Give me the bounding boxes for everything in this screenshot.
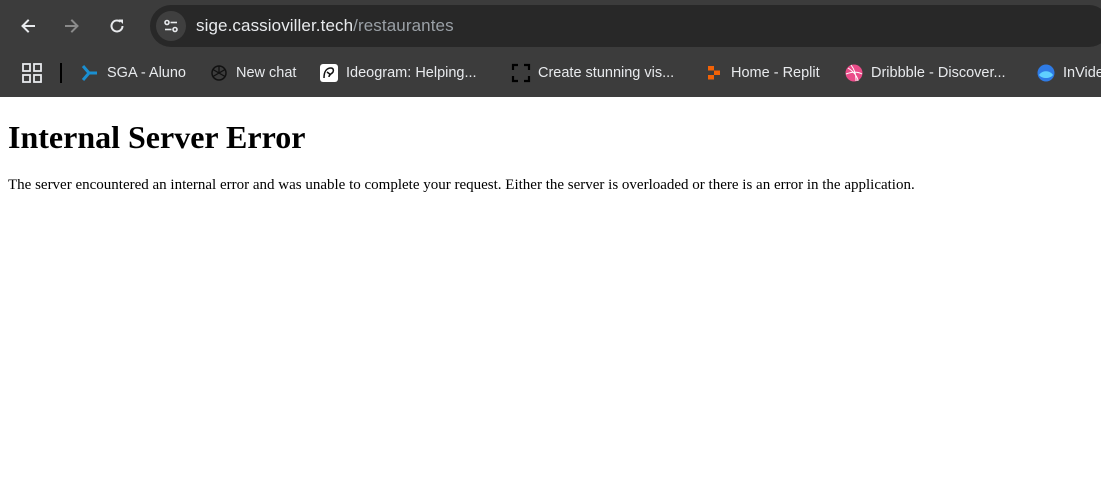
bookmark-label: InVide [1063, 65, 1101, 81]
bookmark-label: Home - Replit [731, 65, 820, 81]
browser-toolbar: sige.cassioviller.tech/restaurantes [0, 0, 1101, 51]
bookmark-dribbble[interactable]: Dribbble - Discover... [844, 59, 1006, 87]
url-path: /restaurantes [353, 16, 454, 35]
bookmark-create-stunning[interactable]: Create stunning vis... [511, 59, 674, 87]
page-title: Internal Server Error [8, 119, 306, 155]
bookmark-label: Dribbble - Discover... [871, 65, 1006, 81]
browser-chrome: sige.cassioviller.tech/restaurantes SGA … [0, 0, 1101, 97]
url-text[interactable]: sige.cassioviller.tech/restaurantes [196, 16, 454, 36]
bookmark-new-chat[interactable]: New chat [209, 59, 296, 87]
reload-button[interactable] [100, 9, 134, 43]
forward-button[interactable] [55, 9, 89, 43]
replit-icon [704, 63, 724, 83]
bookmark-label: Create stunning vis... [538, 65, 675, 81]
invideo-icon [1036, 63, 1056, 83]
apps-grid-icon[interactable] [21, 62, 43, 84]
bookmark-replit[interactable]: Home - Replit [704, 59, 820, 87]
reload-icon [110, 19, 124, 33]
error-message: The server encountered an internal error… [8, 177, 915, 193]
bookmark-label: Ideogram: Helping... [346, 65, 477, 81]
bookmark-label: New chat [236, 65, 297, 81]
ideogram-icon [319, 63, 339, 83]
url-host: sige.cassioviller.tech [196, 16, 354, 35]
bookmark-invideo[interactable]: InVide [1036, 59, 1101, 87]
bookmark-sga-aluno[interactable]: SGA - Aluno [80, 59, 186, 87]
bookmarks-separator [60, 63, 62, 83]
back-button[interactable] [11, 9, 45, 43]
address-bar[interactable]: sige.cassioviller.tech/restaurantes [150, 5, 1101, 47]
arrow-left-icon [21, 19, 35, 33]
bookmark-ideogram[interactable]: Ideogram: Helping... [319, 59, 477, 87]
openai-icon [209, 63, 229, 83]
bookmarks-bar: SGA - Aluno New chat Ideogram: Helping..… [0, 51, 1101, 97]
dribbble-icon [844, 63, 864, 83]
page-content: Internal Server Error The server encount… [0, 97, 1101, 479]
tune-icon [164, 19, 178, 33]
arrow-right-icon [65, 19, 79, 33]
site-info-button[interactable] [156, 11, 186, 41]
frame-brackets-icon [511, 63, 531, 83]
sga-logo-icon [80, 63, 100, 83]
bookmark-label: SGA - Aluno [107, 65, 186, 81]
